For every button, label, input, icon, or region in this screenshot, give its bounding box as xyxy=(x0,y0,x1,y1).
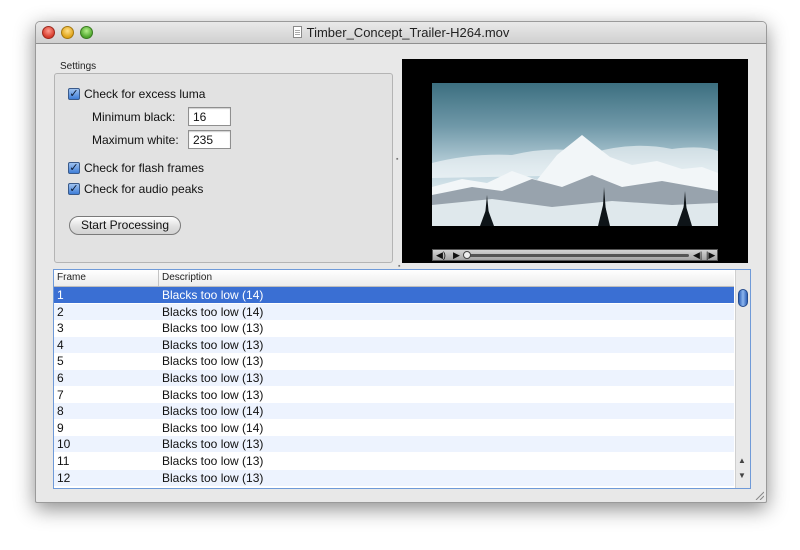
table-row[interactable]: 4 Blacks too low (13) xyxy=(54,336,734,353)
table-row[interactable]: 10 Blacks too low (13) xyxy=(54,436,734,453)
frame-cell: 8 xyxy=(57,404,64,419)
frame-cell: 5 xyxy=(57,354,64,369)
column-header-frame[interactable]: Frame xyxy=(57,272,86,283)
audio-peaks-label: Check for audio peaks xyxy=(84,182,204,196)
frame-cell: 9 xyxy=(57,420,64,435)
description-cell: Blacks too low (13) xyxy=(162,454,264,468)
settings-group-label: Settings xyxy=(60,61,97,72)
description-cell: Blacks too low (13) xyxy=(162,321,264,336)
description-cell: Blacks too low (13) xyxy=(162,437,264,452)
playhead-thumb[interactable] xyxy=(463,251,471,259)
video-player: ◀) ▶ ◀| |▶ xyxy=(402,59,748,263)
frame-cell: 10 xyxy=(57,437,71,452)
flash-frames-option[interactable]: ✓ Check for flash frames xyxy=(68,161,204,175)
vertical-splitter-handle[interactable]: ▪ xyxy=(396,156,400,163)
frame-cell: 12 xyxy=(57,470,71,485)
vertical-scrollbar[interactable]: ▲ ▼ xyxy=(735,270,750,488)
volume-icon[interactable]: ◀) xyxy=(436,250,446,260)
column-header-description[interactable]: Description xyxy=(162,272,212,283)
results-table: Frame Description 1 Blacks too low (14) 2 B… xyxy=(53,269,751,489)
window-title: Timber_Concept_Trailer-H264.mov xyxy=(306,25,510,40)
frame-cell: 3 xyxy=(57,321,64,336)
description-cell: Blacks too low (13) xyxy=(162,387,264,402)
checkmark-icon[interactable]: ✓ xyxy=(68,183,80,195)
window-title-wrap: Timber_Concept_Trailer-H264.mov xyxy=(36,25,766,40)
description-cell: Blacks too low (13) xyxy=(162,337,264,352)
max-white-label: Maximum white: xyxy=(92,133,179,147)
table-row[interactable]: 6 Blacks too low (13) xyxy=(54,370,734,386)
table-header: Frame Description xyxy=(54,270,734,287)
column-divider[interactable] xyxy=(158,270,159,286)
table-row[interactable]: 3 Blacks too low (13) xyxy=(54,320,734,336)
checkmark-icon[interactable]: ✓ xyxy=(68,88,80,100)
excess-luma-label: Check for excess luma xyxy=(84,87,206,101)
table-row[interactable]: 11 Blacks too low (13) xyxy=(54,453,734,469)
play-icon[interactable]: ▶ xyxy=(453,250,460,260)
scroll-up-arrow-icon[interactable]: ▲ xyxy=(738,456,746,465)
step-back-icon[interactable]: ◀| xyxy=(693,250,702,260)
table-row[interactable]: 5 Blacks too low (13) xyxy=(54,353,734,369)
table-row[interactable]: 1 Blacks too low (14) xyxy=(54,287,734,303)
playback-track[interactable] xyxy=(469,254,689,257)
video-frame-image xyxy=(432,83,718,226)
document-icon xyxy=(292,26,302,38)
frame-cell: 7 xyxy=(57,387,64,402)
frame-cell: 11 xyxy=(57,454,70,468)
description-cell: Blacks too low (14) xyxy=(162,304,264,319)
frame-cell: 4 xyxy=(57,337,64,352)
table-row[interactable]: 2 Blacks too low (14) xyxy=(54,303,734,320)
frame-cell: 6 xyxy=(57,371,64,385)
playback-controls: ◀) ▶ ◀| |▶ xyxy=(432,249,718,261)
table-row[interactable]: 8 Blacks too low (14) xyxy=(54,403,734,420)
frame-cell: 2 xyxy=(57,304,64,319)
start-processing-button[interactable]: Start Processing xyxy=(69,216,181,235)
excess-luma-option[interactable]: ✓ Check for excess luma xyxy=(68,87,205,101)
resize-grip-icon[interactable] xyxy=(754,490,764,500)
table-row[interactable]: 9 Blacks too low (14) xyxy=(54,420,734,436)
scrollbar-knob[interactable] xyxy=(738,289,748,307)
step-forward-icon[interactable]: |▶ xyxy=(706,250,715,260)
min-black-field[interactable] xyxy=(188,107,231,126)
description-cell: Blacks too low (14) xyxy=(162,404,264,419)
title-bar[interactable]: Timber_Concept_Trailer-H264.mov xyxy=(36,22,766,44)
mountain-scene-image xyxy=(432,135,718,226)
description-cell: Blacks too low (13) xyxy=(162,470,264,485)
horizontal-splitter-handle[interactable]: ▪ xyxy=(398,263,402,270)
main-window: Timber_Concept_Trailer-H264.mov Settings… xyxy=(35,21,767,503)
checkmark-icon[interactable]: ✓ xyxy=(68,162,80,174)
table-row[interactable]: 7 Blacks too low (13) xyxy=(54,387,734,403)
table-row[interactable]: 12 Blacks too low (13) xyxy=(54,469,734,486)
frame-cell: 1 xyxy=(57,288,64,302)
settings-group-box: ✓ Check for excess luma Minimum black: M… xyxy=(54,73,393,263)
description-cell: Blacks too low (14) xyxy=(162,420,264,435)
max-white-field[interactable] xyxy=(188,130,231,149)
min-black-label: Minimum black: xyxy=(92,110,176,124)
description-cell: Blacks too low (13) xyxy=(162,354,264,369)
audio-peaks-option[interactable]: ✓ Check for audio peaks xyxy=(68,182,203,196)
flash-frames-label: Check for flash frames xyxy=(84,161,205,175)
description-cell: Blacks too low (13) xyxy=(162,371,264,385)
scroll-down-arrow-icon[interactable]: ▼ xyxy=(738,471,746,480)
description-cell: Blacks too low (14) xyxy=(162,288,264,302)
